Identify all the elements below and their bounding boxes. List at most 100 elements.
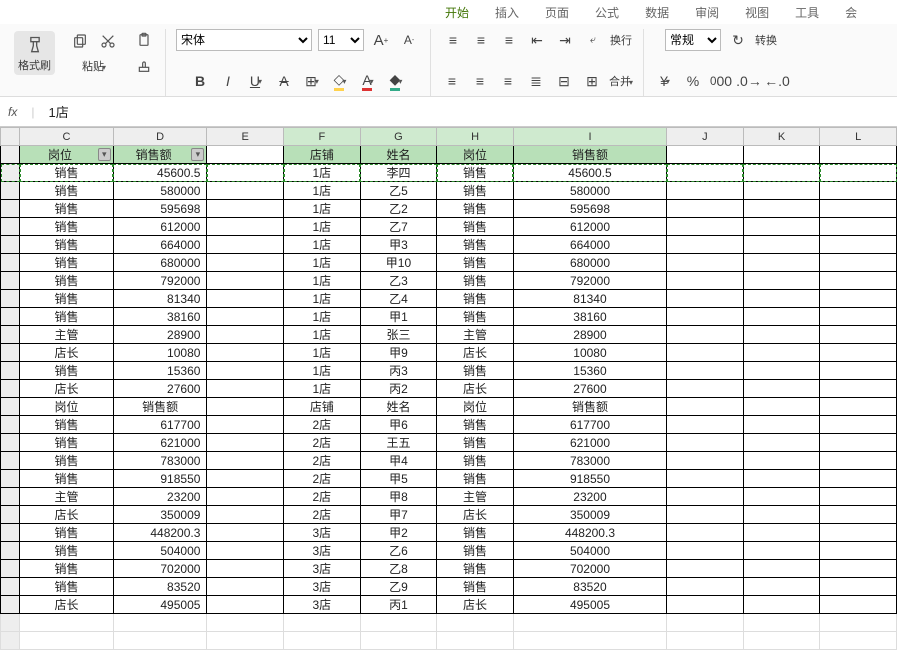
- cell[interactable]: 店长: [20, 596, 114, 614]
- cell[interactable]: 甲5: [360, 470, 437, 488]
- menu-item-0[interactable]: 开始: [445, 4, 469, 21]
- cell[interactable]: [820, 560, 897, 578]
- cell[interactable]: [207, 380, 284, 398]
- cell[interactable]: [667, 470, 744, 488]
- cell[interactable]: [820, 380, 897, 398]
- cell[interactable]: [207, 254, 284, 272]
- cell[interactable]: 销售: [437, 164, 514, 182]
- highlight-icon[interactable]: ◆▾: [385, 70, 407, 92]
- cell[interactable]: 甲7: [360, 506, 437, 524]
- cell[interactable]: [667, 632, 744, 650]
- cell[interactable]: 主管: [437, 326, 514, 344]
- cell[interactable]: 丙2: [360, 380, 437, 398]
- cell[interactable]: [743, 200, 820, 218]
- cell[interactable]: [667, 182, 744, 200]
- cell[interactable]: 销售: [20, 254, 114, 272]
- increase-font-icon[interactable]: A+: [370, 29, 392, 51]
- cell[interactable]: [743, 452, 820, 470]
- cell[interactable]: 店长: [20, 380, 114, 398]
- cell[interactable]: [1, 362, 20, 380]
- cell[interactable]: 350009: [513, 506, 666, 524]
- cell[interactable]: 甲6: [360, 416, 437, 434]
- cell[interactable]: 495005: [513, 596, 666, 614]
- cell[interactable]: 23200: [113, 488, 207, 506]
- col-header-J[interactable]: J: [667, 128, 744, 146]
- cell[interactable]: [820, 182, 897, 200]
- cell[interactable]: [667, 290, 744, 308]
- cell[interactable]: 1店: [284, 182, 361, 200]
- cell[interactable]: 销售: [20, 164, 114, 182]
- cell[interactable]: 销售: [20, 218, 114, 236]
- cell[interactable]: [667, 434, 744, 452]
- cell[interactable]: [207, 416, 284, 434]
- cell[interactable]: 乙8: [360, 560, 437, 578]
- cell[interactable]: [207, 542, 284, 560]
- cell[interactable]: [743, 560, 820, 578]
- cell[interactable]: [207, 308, 284, 326]
- cell[interactable]: [207, 614, 284, 632]
- col-header-K[interactable]: K: [743, 128, 820, 146]
- cell[interactable]: [667, 452, 744, 470]
- menu-item-1[interactable]: 插入: [495, 4, 519, 21]
- cell[interactable]: 664000: [513, 236, 666, 254]
- cell[interactable]: 乙7: [360, 218, 437, 236]
- number-format-select[interactable]: 常规: [665, 29, 721, 51]
- col-header-corner[interactable]: [1, 128, 20, 146]
- cell[interactable]: 664000: [113, 236, 207, 254]
- cell[interactable]: 李四: [360, 164, 437, 182]
- cell[interactable]: 店长: [437, 506, 514, 524]
- cell[interactable]: [207, 434, 284, 452]
- cell[interactable]: 1店: [284, 272, 361, 290]
- cell[interactable]: 销售: [437, 182, 514, 200]
- cell[interactable]: [207, 578, 284, 596]
- cell[interactable]: [820, 290, 897, 308]
- col-header-G[interactable]: G: [360, 128, 437, 146]
- cell[interactable]: 702000: [513, 560, 666, 578]
- cell[interactable]: 销售: [20, 290, 114, 308]
- cell[interactable]: [113, 614, 207, 632]
- distribute-icon[interactable]: ⊟: [553, 70, 575, 92]
- cell[interactable]: [820, 632, 897, 650]
- cell[interactable]: 1店: [284, 200, 361, 218]
- cell[interactable]: [1, 218, 20, 236]
- dec-inc-icon[interactable]: .0→: [738, 70, 760, 92]
- fx-icon[interactable]: fx: [8, 105, 17, 119]
- cell[interactable]: [667, 146, 744, 164]
- menu-item-5[interactable]: 审阅: [695, 4, 719, 21]
- cell[interactable]: [667, 380, 744, 398]
- cell[interactable]: 1店: [284, 164, 361, 182]
- cell[interactable]: 销售: [437, 470, 514, 488]
- cell[interactable]: 10080: [513, 344, 666, 362]
- align-bottom-icon[interactable]: ≡: [498, 29, 520, 51]
- cell[interactable]: 783000: [113, 452, 207, 470]
- cell[interactable]: 销售: [20, 542, 114, 560]
- cell[interactable]: [207, 218, 284, 236]
- cell[interactable]: 销售: [20, 470, 114, 488]
- cell[interactable]: [207, 182, 284, 200]
- cell[interactable]: 680000: [113, 254, 207, 272]
- cell[interactable]: [1, 398, 20, 416]
- formula-value[interactable]: 1店: [48, 102, 68, 121]
- cell[interactable]: [820, 272, 897, 290]
- align-top-icon[interactable]: ≡: [442, 29, 464, 51]
- cell[interactable]: [820, 146, 897, 164]
- cell[interactable]: 丙3: [360, 362, 437, 380]
- menu-item-7[interactable]: 工具: [795, 4, 819, 21]
- cell[interactable]: 乙5: [360, 182, 437, 200]
- paste-button[interactable]: 粘贴▾: [78, 56, 110, 76]
- cell[interactable]: [743, 614, 820, 632]
- cell[interactable]: [820, 344, 897, 362]
- cell[interactable]: 乙2: [360, 200, 437, 218]
- cell[interactable]: 王五: [360, 434, 437, 452]
- percent-icon[interactable]: %: [682, 70, 704, 92]
- cell[interactable]: 乙4: [360, 290, 437, 308]
- cell[interactable]: 617700: [113, 416, 207, 434]
- cell[interactable]: [743, 308, 820, 326]
- cell[interactable]: 580000: [113, 182, 207, 200]
- format-painter-button[interactable]: 格式刷: [14, 31, 55, 75]
- cell[interactable]: 792000: [113, 272, 207, 290]
- cell[interactable]: [207, 596, 284, 614]
- cell[interactable]: 792000: [513, 272, 666, 290]
- stamp-icon[interactable]: [133, 55, 155, 77]
- cell[interactable]: 店长: [437, 344, 514, 362]
